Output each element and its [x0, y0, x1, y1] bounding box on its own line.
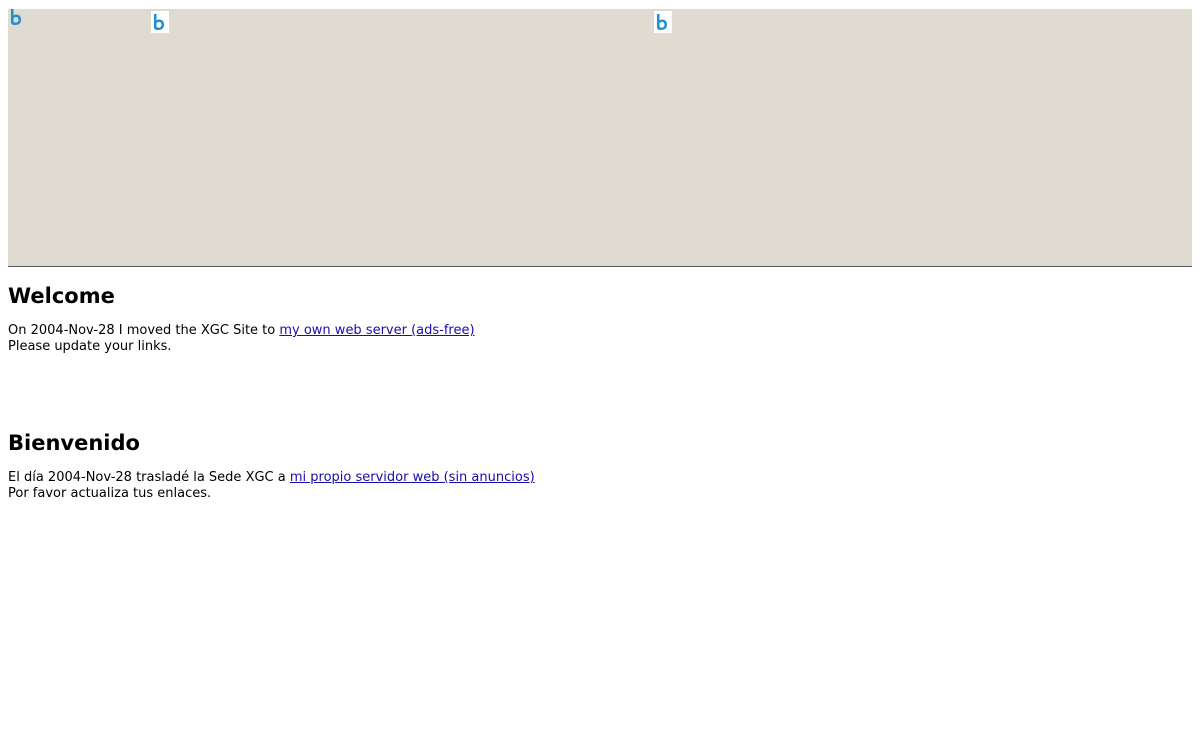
- english-move-text: On 2004-Nov-28 I moved the XGC Site to: [8, 323, 280, 338]
- spanish-section: Bienvenido El día 2004-Nov-28 trasladé l…: [8, 430, 1188, 502]
- spanish-update-text: Por favor actualiza tus enlaces.: [8, 486, 212, 501]
- bienvenido-heading: Bienvenido: [8, 431, 140, 455]
- broken-image-icon[interactable]: [654, 11, 672, 33]
- english-server-link[interactable]: my own web server (ads-free): [279, 323, 474, 338]
- broken-image-icon[interactable]: [8, 6, 26, 28]
- english-move-notice: On 2004-Nov-28 I moved the XGC Site to m…: [8, 323, 1188, 339]
- welcome-heading: Welcome: [8, 284, 115, 308]
- english-section: Welcome On 2004-Nov-28 I moved the XGC S…: [8, 283, 1188, 355]
- spanish-move-text: El día 2004-Nov-28 trasladé la Sede XGC …: [8, 470, 290, 485]
- horizontal-rule: [8, 266, 1192, 267]
- broken-image-icon[interactable]: [151, 11, 169, 33]
- spanish-server-link[interactable]: mi propio servidor web (sin anuncios): [290, 470, 535, 485]
- english-update-text: Please update your links.: [8, 339, 172, 354]
- page: Welcome On 2004-Nov-28 I moved the XGC S…: [0, 0, 1200, 740]
- ad-banner: [8, 9, 1192, 266]
- spanish-move-notice: El día 2004-Nov-28 trasladé la Sede XGC …: [8, 470, 1188, 486]
